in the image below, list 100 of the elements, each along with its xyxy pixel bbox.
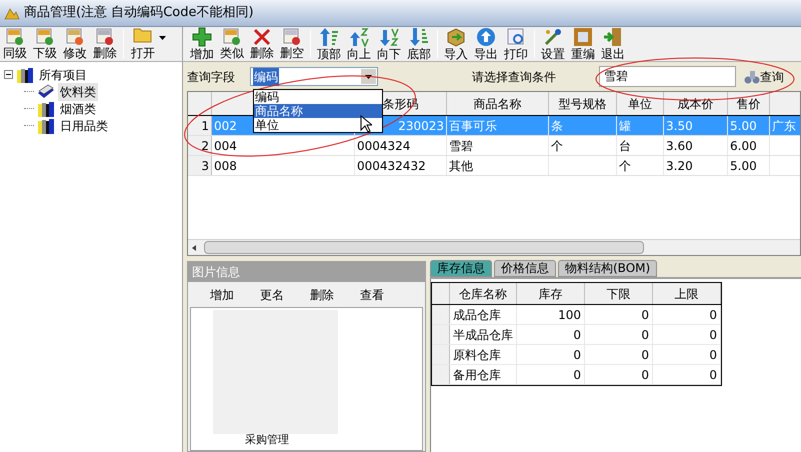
toolbar-button[interactable]: 顶部 — [314, 27, 344, 61]
column-header: 仓库名称 — [459, 286, 507, 302]
toolbar-button[interactable]: 退出 — [598, 27, 628, 61]
dropdown-option[interactable]: 编码 — [254, 90, 382, 104]
table-cell-text: 0 — [573, 346, 581, 364]
toolbar-button[interactable]: 类似 — [217, 27, 247, 61]
tree-item[interactable]: 烟酒类 — [58, 100, 98, 118]
toolbar-button[interactable]: 向下 — [374, 27, 404, 61]
row-header[interactable] — [432, 345, 450, 364]
toolbar-button[interactable]: 底部 — [404, 27, 434, 61]
column-header: 商品名称 — [474, 96, 522, 112]
toolbar-button[interactable]: 导出 — [471, 27, 501, 61]
collapse-toggle[interactable] — [4, 70, 13, 79]
table-cell-text: 5.00 — [730, 158, 757, 174]
table-cell-text: 0 — [709, 306, 717, 324]
window-title: 商品管理(注意 自动编码Code不能相同) — [24, 4, 254, 22]
table-cell-text: 百事可乐 — [449, 118, 497, 134]
binoculars-icon — [744, 70, 760, 84]
toolbar-button[interactable]: 向上 — [344, 27, 374, 61]
caret-icon — [365, 74, 372, 78]
row-header[interactable] — [432, 325, 450, 344]
table-cell-text: 004 — [214, 138, 237, 154]
table-cell-text: 0 — [641, 366, 649, 384]
table-cell-text: 其他 — [449, 158, 473, 174]
grid-plus-icon — [223, 28, 241, 46]
open-button[interactable]: 打开 — [127, 27, 170, 61]
column-header: 上限 — [674, 286, 698, 302]
horizontal-scrollbar[interactable] — [188, 239, 800, 255]
dropdown-option[interactable]: 单位 — [254, 118, 382, 132]
toolbar-button[interactable]: 同级 — [0, 27, 30, 61]
condition-label: 请选择查询条件 — [472, 68, 557, 86]
toolbar-button[interactable]: 删空 — [277, 27, 307, 61]
table-cell-text: 个 — [551, 138, 563, 154]
search-field[interactable]: 雪碧 — [599, 66, 736, 87]
table-row[interactable]: 2 004 0004324 雪碧 个 台 3.60 6.00 — [188, 136, 800, 156]
column-header: 库存 — [538, 286, 562, 302]
table-cell-text: 备用仓库 — [453, 366, 501, 384]
table-cell-text: 230023 — [398, 118, 444, 134]
toolbar-button[interactable]: 删除 — [90, 27, 120, 61]
tab[interactable]: 物料结构(BOM) — [558, 260, 658, 277]
toolbar-button[interactable]: 重编 — [568, 27, 598, 61]
query-field-dropdown[interactable]: 编码 — [250, 67, 378, 86]
table-cell-text: 0 — [709, 346, 717, 364]
table-cell-text: 3.20 — [666, 158, 693, 174]
table-cell-text: 广东 — [772, 118, 796, 134]
toolbar-button[interactable]: 打印 — [501, 27, 531, 61]
toolbar-button[interactable]: 修改 — [60, 27, 90, 61]
table-cell-text: 罐 — [619, 118, 631, 134]
panel-button[interactable]: 增加 — [210, 286, 234, 304]
grid-edit-icon — [66, 28, 84, 46]
frame-icon — [573, 27, 593, 47]
panel-button[interactable]: 查看 — [360, 286, 384, 304]
exit-icon — [603, 27, 623, 47]
tree-item[interactable]: 饮料类 — [58, 82, 98, 100]
upload-icon — [476, 27, 496, 47]
table-cell-text: 雪碧 — [449, 138, 473, 154]
row-header[interactable] — [432, 365, 450, 384]
table-row[interactable]: 3 008 000432432 其他 个 3.20 5.00 — [188, 156, 800, 176]
books-icon — [16, 66, 34, 82]
toolbar-button[interactable]: 增加 — [187, 27, 217, 61]
table-cell-text: 0 — [709, 326, 717, 344]
toolbar-button[interactable]: 下级 — [30, 27, 60, 61]
dropdown-option[interactable]: 商品名称 — [254, 104, 382, 118]
column-header: 单位 — [628, 96, 652, 112]
table-cell-text: 6.00 — [730, 138, 757, 154]
close-icon — [253, 28, 271, 46]
image-caption: 采购管理 — [244, 434, 290, 446]
arrow-up-icon — [319, 27, 339, 47]
toolbar-button[interactable]: 设置 — [538, 27, 568, 61]
table-cell-text: 100 — [558, 306, 581, 324]
panel-button[interactable]: 删除 — [310, 286, 334, 304]
panel-header: 图片信息 — [188, 262, 425, 282]
table-cell-text: 0 — [709, 366, 717, 384]
search-button[interactable]: 查询 — [744, 68, 784, 86]
table-cell-text: 0 — [641, 306, 649, 324]
row-number: 3 — [201, 158, 209, 174]
plus-icon — [192, 27, 212, 47]
table-cell-text: 0 — [641, 346, 649, 364]
grid-delete-icon — [96, 28, 114, 46]
toolbar-button[interactable]: 删除 — [247, 27, 277, 61]
table-cell-text: 原料仓库 — [453, 346, 501, 364]
column-header: 成本价 — [678, 96, 714, 112]
row-header[interactable] — [432, 305, 450, 324]
book-icon — [37, 84, 55, 100]
sort-up-icon — [349, 27, 369, 47]
panel-button[interactable]: 更名 — [260, 286, 284, 304]
grid-plus-icon — [36, 28, 54, 46]
column-header: 售价 — [736, 96, 760, 112]
tree-item[interactable]: 所有项目 — [37, 66, 89, 84]
toolbar-button[interactable]: 导入 — [441, 27, 471, 61]
sort-down-icon — [379, 27, 399, 47]
tab[interactable]: 价格信息 — [494, 260, 556, 277]
table-cell-text: 条 — [551, 118, 563, 134]
grid-plus-icon — [6, 28, 24, 46]
query-field-label: 查询字段 — [187, 68, 236, 86]
table-cell-text: 002 — [214, 118, 237, 134]
tab[interactable]: 库存信息 — [430, 260, 492, 277]
grid-delete-icon — [283, 28, 301, 46]
table-cell-text: 0004324 — [357, 138, 410, 154]
tree-item[interactable]: 日用品类 — [58, 116, 110, 134]
